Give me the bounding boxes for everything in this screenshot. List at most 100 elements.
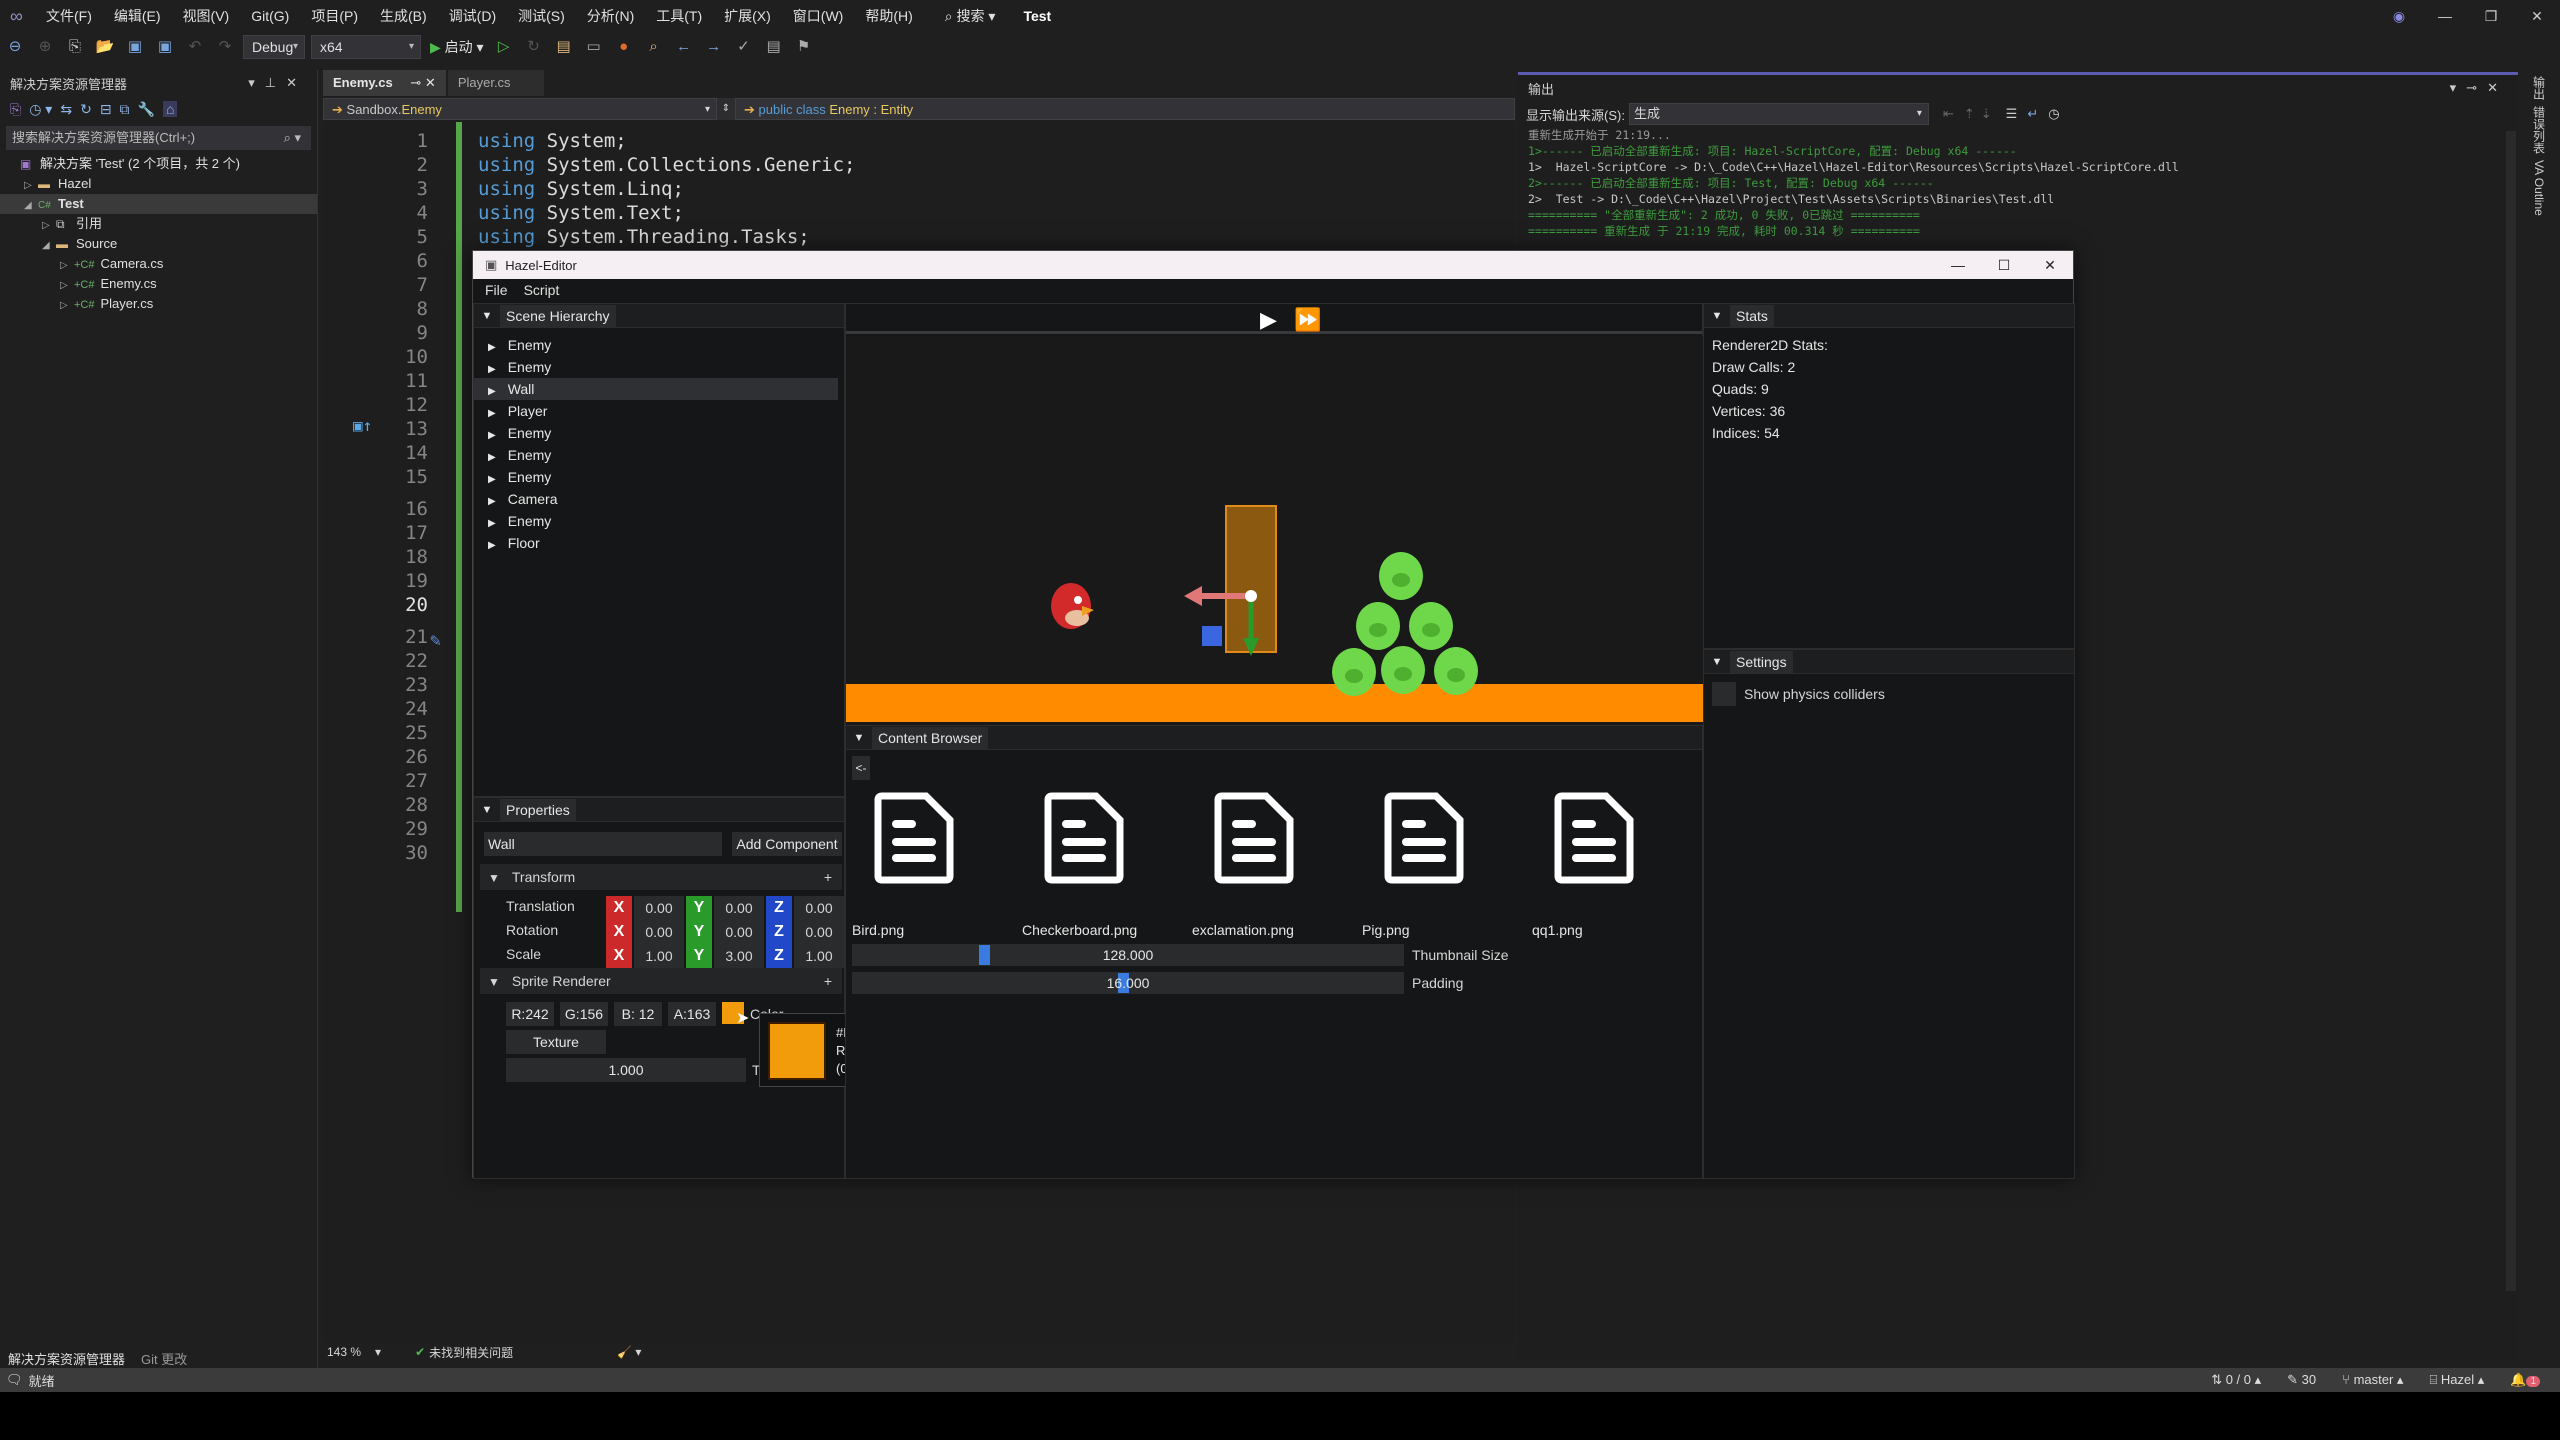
pig-sprite[interactable] <box>1434 647 1478 695</box>
collapsed-icon[interactable]: ▷ <box>42 216 56 236</box>
menu-script[interactable]: Script <box>524 282 560 298</box>
tree-item[interactable]: ◢ ▬ Source <box>0 234 317 254</box>
search-button[interactable]: ⌕ 搜索 ▾ <box>945 6 996 26</box>
member-dropdown[interactable]: ➔ public class Enemy : Entity <box>735 98 1515 120</box>
dropdown-icon[interactable]: ▾ <box>2450 80 2467 95</box>
next-message-icon[interactable]: ⇣ <box>1981 106 1992 122</box>
menu-build[interactable]: 生成(B) <box>380 6 427 26</box>
tree-item[interactable]: ▷ ⧉ 引用 <box>0 214 317 234</box>
menu-file[interactable]: File <box>485 282 508 298</box>
pig-sprite[interactable] <box>1381 646 1425 694</box>
x-value-input[interactable]: 0.00 <box>634 920 684 944</box>
menu-git[interactable]: Git(G) <box>251 8 289 24</box>
close-button[interactable]: ✕ <box>2514 8 2560 25</box>
tree-item[interactable]: ▷ +C# Enemy.cs <box>0 274 317 294</box>
repo-status[interactable]: ⌸ Hazel ▴ <box>2429 1372 2484 1388</box>
x-value-input[interactable]: 1.00 <box>634 944 684 968</box>
close-icon[interactable]: ✕ <box>2487 80 2508 95</box>
menu-edit[interactable]: 编辑(E) <box>114 6 161 26</box>
issues-text[interactable]: 未找到相关问题 <box>429 1344 513 1361</box>
expand-icon[interactable]: ▶ <box>488 452 496 463</box>
menu-file[interactable]: 文件(F) <box>46 6 92 26</box>
minimize-button[interactable]: — <box>2422 8 2468 24</box>
texture-button[interactable]: Texture <box>506 1030 606 1054</box>
collapsed-icon[interactable]: ▷ <box>24 176 38 196</box>
expand-icon[interactable]: ▶ <box>488 430 496 441</box>
solution-search-input[interactable]: 搜索解决方案资源管理器(Ctrl+;) ⌕ ▾ <box>6 126 311 150</box>
collapse-icon[interactable]: ▼ <box>474 804 500 816</box>
y-value-input[interactable]: 0.00 <box>714 920 764 944</box>
file-icon[interactable] <box>1044 792 1124 884</box>
collapse-icon[interactable]: ▼ <box>1704 310 1730 322</box>
maximize-button[interactable]: ☐ <box>1981 257 2027 274</box>
reset-x-button[interactable]: X <box>606 920 632 944</box>
cleanup-icon[interactable]: 🧹 ▾ <box>617 1345 641 1359</box>
menu-view[interactable]: 视图(V) <box>183 6 230 26</box>
entity-item[interactable]: ▶ Player <box>474 400 838 422</box>
platform-dropdown[interactable]: x64 ▾ <box>311 35 421 59</box>
output-text[interactable]: 重新生成开始于 21:19... 1>------ 已启动全部重新生成: 项目: … <box>1518 127 2518 239</box>
z-value-input[interactable]: 0.00 <box>794 896 844 920</box>
show-all-files-icon[interactable]: ⧉ <box>120 101 130 118</box>
menu-debug[interactable]: 调试(D) <box>449 6 496 26</box>
dropdown-icon[interactable]: ▾ <box>248 75 265 90</box>
expanded-icon[interactable]: ◢ <box>24 196 38 216</box>
config-dropdown[interactable]: Debug ▾ <box>243 35 305 59</box>
menu-extensions[interactable]: 扩展(X) <box>724 6 771 26</box>
transform-header[interactable]: ▼ Transform + <box>480 864 842 890</box>
gizmo-plane-handle[interactable] <box>1202 626 1222 646</box>
padding-slider[interactable]: 16.000 <box>852 972 1404 994</box>
entity-item[interactable]: ▶ Enemy <box>474 422 838 444</box>
play-button[interactable]: ▶ <box>1260 307 1277 333</box>
expand-icon[interactable]: ▶ <box>488 342 496 353</box>
pin-icon[interactable]: ⊥ <box>265 75 286 90</box>
hot-reload-icon[interactable]: ↻ <box>522 36 546 58</box>
color-g-input[interactable]: G:156 <box>560 1002 608 1026</box>
expanded-icon[interactable]: ◢ <box>42 236 56 256</box>
expand-icon[interactable]: ▶ <box>488 496 496 507</box>
x-value-input[interactable]: 0.00 <box>634 896 684 920</box>
entity-item[interactable]: ▶ Floor <box>474 532 838 554</box>
color-b-input[interactable]: B: 12 <box>614 1002 662 1026</box>
vs-icon[interactable]: ⎘ <box>10 101 21 118</box>
codelens-icon[interactable]: ▣↑ <box>353 416 372 435</box>
tag-input[interactable]: Wall <box>484 832 722 856</box>
file-icon[interactable] <box>1554 792 1634 884</box>
save-all-icon[interactable]: ▣ <box>153 36 177 58</box>
spell-check-icon[interactable]: ✓ <box>732 36 756 58</box>
output-scrollbar[interactable] <box>2506 131 2516 1291</box>
menu-tools[interactable]: 工具(T) <box>656 6 702 26</box>
scene-view[interactable] <box>846 336 1704 736</box>
reset-y-button[interactable]: Y <box>686 944 712 968</box>
save-icon[interactable]: ▣ <box>123 36 147 58</box>
file-name[interactable]: exclamation.png <box>1192 922 1294 938</box>
menu-analyze[interactable]: 分析(N) <box>587 6 634 26</box>
menu-window[interactable]: 窗口(W) <box>793 6 844 26</box>
tree-item[interactable]: ◢ C# Test <box>0 194 317 214</box>
collapse-icon[interactable]: ▼ <box>1704 656 1730 668</box>
y-value-input[interactable]: 3.00 <box>714 944 764 968</box>
quick-action-icon[interactable]: ✎ <box>430 630 441 651</box>
menu-test[interactable]: 测试(S) <box>518 6 565 26</box>
sprite-renderer-header[interactable]: ▼ Sprite Renderer + <box>480 968 842 994</box>
expand-icon[interactable]: ▶ <box>488 408 496 419</box>
start-button[interactable]: ▶ 启动 ▾ <box>430 37 484 57</box>
reset-z-button[interactable]: Z <box>766 920 792 944</box>
thumbnail-size-slider[interactable]: 128.000 <box>852 944 1404 966</box>
output-source-dropdown[interactable]: 生成 ▾ <box>1628 103 1929 125</box>
comment-icon[interactable]: ▤ <box>762 36 786 58</box>
reset-y-button[interactable]: Y <box>686 896 712 920</box>
properties-icon[interactable]: 🔧 <box>138 101 155 118</box>
bookmark-icon[interactable]: ⚑ <box>792 36 816 58</box>
settings-plus-icon[interactable]: + <box>824 968 832 994</box>
pig-sprite[interactable] <box>1356 602 1400 650</box>
rail-tab-va-outline[interactable]: VA Outline <box>2532 160 2546 216</box>
file-name[interactable]: Bird.png <box>852 922 904 938</box>
prev-message-icon[interactable]: ⇡ <box>1964 106 1975 122</box>
tree-item[interactable]: ▣ 解决方案 'Test' (2 个项目，共 2 个) <box>0 154 317 174</box>
reset-y-button[interactable]: Y <box>686 920 712 944</box>
word-wrap-icon[interactable]: ↵ <box>2027 106 2038 122</box>
pig-sprite[interactable] <box>1332 648 1376 696</box>
entity-item[interactable]: ▶ Enemy <box>474 334 838 356</box>
clear-all-icon[interactable]: ☰ <box>2006 106 2018 122</box>
